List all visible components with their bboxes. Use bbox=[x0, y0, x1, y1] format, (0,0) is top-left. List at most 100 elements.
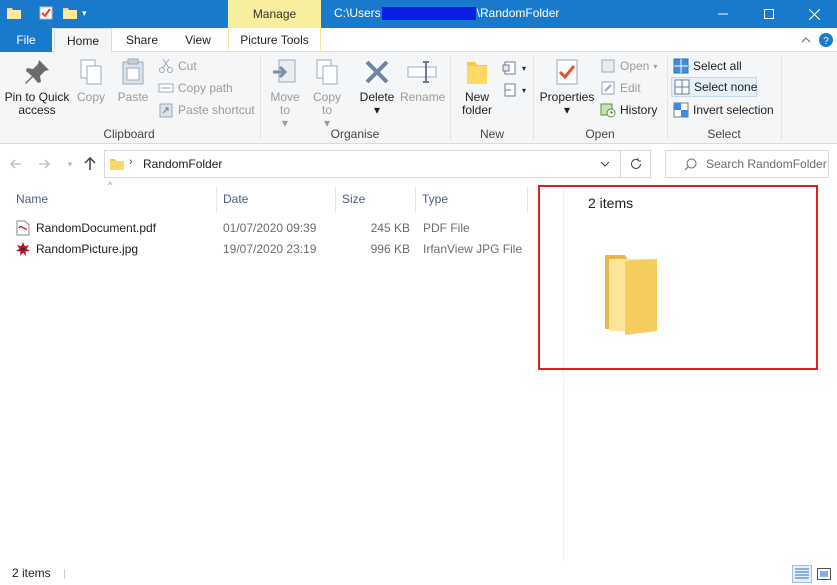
easy-access-icon bbox=[504, 83, 516, 97]
cut-button[interactable]: Cut bbox=[158, 56, 197, 76]
file-row[interactable]: RandomPicture.jpg 19/07/2020 23:19 996 K… bbox=[10, 238, 548, 260]
search-icon bbox=[684, 158, 697, 171]
customize-toolbar-icon[interactable]: ▾ bbox=[82, 8, 98, 24]
pin-icon bbox=[25, 60, 49, 84]
select-all-button[interactable]: Select all bbox=[673, 56, 742, 76]
copy-to-button[interactable]: Copy to ▾ bbox=[310, 56, 344, 130]
manage-tab[interactable]: Manage bbox=[228, 0, 321, 28]
copy-to-icon bbox=[316, 59, 338, 85]
rename-button[interactable]: Rename bbox=[400, 56, 445, 104]
tab-picture-tools[interactable]: Picture Tools bbox=[228, 28, 321, 52]
minimize-button[interactable] bbox=[700, 0, 746, 28]
breadcrumb-chevron-icon[interactable]: › bbox=[129, 156, 133, 168]
select-all-icon bbox=[673, 58, 689, 74]
pdf-file-icon bbox=[16, 220, 30, 236]
file-date: 01/07/2020 09:39 bbox=[223, 221, 317, 235]
maximize-button[interactable] bbox=[746, 0, 792, 28]
copy-icon bbox=[80, 59, 102, 85]
column-header-name[interactable]: Name bbox=[10, 186, 216, 212]
file-type: PDF File bbox=[423, 221, 470, 235]
file-size: 245 KB bbox=[370, 221, 410, 235]
new-folder-icon bbox=[467, 62, 487, 84]
move-to-icon bbox=[273, 59, 296, 83]
easy-access-button[interactable]: ▾ bbox=[502, 80, 526, 100]
file-size: 996 KB bbox=[370, 242, 410, 256]
search-box[interactable]: Search RandomFolder bbox=[665, 150, 829, 178]
title-bar: ▾ Manage C:\Users \RandomFolder bbox=[0, 0, 837, 28]
copy-button[interactable]: Copy bbox=[74, 56, 108, 104]
breadcrumb-randomfolder[interactable]: RandomFolder bbox=[143, 157, 222, 171]
large-icons-view-button[interactable] bbox=[814, 565, 834, 583]
status-separator bbox=[64, 569, 65, 579]
ribbon-separator bbox=[450, 56, 451, 140]
search-placeholder: Search RandomFolder bbox=[706, 157, 827, 171]
tab-share[interactable]: Share bbox=[116, 28, 168, 52]
edit-icon bbox=[601, 81, 615, 95]
forward-arrow-icon bbox=[39, 159, 50, 169]
history-icon bbox=[600, 103, 616, 118]
recent-locations-button[interactable]: ▾ bbox=[60, 154, 80, 174]
large-folder-icon bbox=[605, 255, 657, 335]
refresh-icon bbox=[630, 158, 641, 169]
folder-icon[interactable] bbox=[6, 5, 22, 21]
status-bar: 2 items bbox=[0, 563, 837, 585]
new-item-icon bbox=[502, 61, 516, 75]
delete-button[interactable]: Delete ▾ bbox=[356, 56, 398, 117]
ribbon-separator bbox=[667, 56, 668, 140]
properties-button[interactable]: Properties ▾ bbox=[538, 56, 596, 117]
select-none-button[interactable]: Select none bbox=[671, 77, 757, 97]
tab-home[interactable]: Home bbox=[54, 28, 112, 53]
paste-shortcut-button[interactable]: Paste shortcut bbox=[158, 100, 255, 120]
chevron-down-icon: ▾ bbox=[67, 158, 73, 169]
collapse-ribbon-icon[interactable] bbox=[796, 28, 816, 52]
new-item-button[interactable]: ▾ bbox=[502, 58, 526, 78]
help-icon[interactable]: ? bbox=[818, 28, 834, 52]
paste-button[interactable]: Paste bbox=[114, 56, 152, 104]
highlight-annotation-box bbox=[538, 185, 818, 370]
close-button[interactable] bbox=[791, 0, 837, 28]
svg-text:?: ? bbox=[823, 36, 829, 47]
history-button[interactable]: History bbox=[600, 100, 657, 120]
properties-checkmark-icon[interactable] bbox=[38, 5, 54, 21]
address-bar[interactable]: › RandomFolder bbox=[104, 150, 621, 178]
details-item-count: 2 items bbox=[588, 195, 634, 211]
up-button[interactable] bbox=[80, 154, 100, 174]
select-group-label: Select bbox=[707, 127, 741, 141]
redacted-username bbox=[381, 7, 476, 21]
organise-group-label: Organise bbox=[330, 127, 380, 141]
column-separator[interactable] bbox=[527, 186, 528, 212]
column-header-date[interactable]: Date bbox=[217, 186, 335, 212]
back-button[interactable] bbox=[6, 154, 26, 174]
open-group-label: Open bbox=[585, 127, 615, 141]
open-button[interactable]: Open ▾ bbox=[600, 56, 657, 76]
new-folder-quick-icon[interactable] bbox=[62, 5, 78, 21]
move-to-button[interactable]: Move to ▾ bbox=[266, 56, 304, 130]
ribbon-separator bbox=[781, 56, 782, 140]
details-view-button[interactable] bbox=[792, 565, 812, 583]
pin-to-quick-access-button[interactable]: Pin to Quick access bbox=[4, 56, 70, 117]
column-header-type[interactable]: Type bbox=[416, 186, 526, 212]
address-dropdown-icon[interactable] bbox=[600, 161, 610, 167]
folder-icon bbox=[110, 159, 124, 170]
file-date: 19/07/2020 23:19 bbox=[223, 242, 317, 256]
open-icon bbox=[601, 59, 615, 73]
invert-selection-button[interactable]: Invert selection bbox=[673, 100, 774, 120]
paste-icon bbox=[122, 58, 144, 85]
file-row[interactable]: RandomDocument.pdf 01/07/2020 09:39 245 … bbox=[10, 217, 548, 239]
column-header-size[interactable]: Size bbox=[336, 186, 414, 212]
new-folder-button[interactable]: New folder bbox=[456, 56, 498, 117]
ribbon-separator bbox=[533, 56, 534, 140]
ribbon: Pin to Quick access Copy Paste Cut Copy … bbox=[0, 52, 837, 144]
window-title: C:\Users \RandomFolder bbox=[334, 6, 560, 21]
select-none-icon bbox=[674, 79, 690, 95]
tab-file[interactable]: File bbox=[0, 28, 52, 52]
copy-path-button[interactable]: Copy path bbox=[158, 78, 233, 98]
edit-button[interactable]: Edit bbox=[600, 78, 641, 98]
ribbon-tab-row: File Home Share View Picture Tools ? bbox=[0, 28, 837, 53]
file-name: RandomPicture.jpg bbox=[36, 242, 139, 256]
file-name: RandomDocument.pdf bbox=[36, 221, 157, 235]
back-arrow-icon bbox=[10, 159, 21, 169]
tab-view[interactable]: View bbox=[172, 28, 224, 52]
forward-button[interactable] bbox=[34, 154, 54, 174]
refresh-button[interactable] bbox=[621, 150, 651, 178]
